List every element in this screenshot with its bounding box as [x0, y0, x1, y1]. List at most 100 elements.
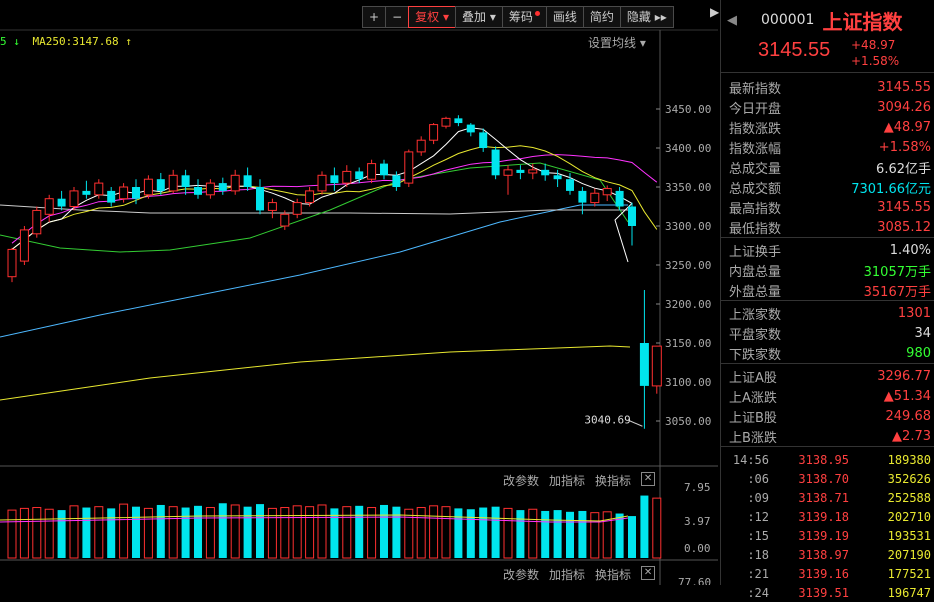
candle-body-down [392, 175, 401, 187]
toolbar-button-4[interactable]: 筹码 [501, 6, 547, 28]
stat-row: 外盘总量 35167万手 [721, 280, 934, 300]
stat-label: 今日开盘 [729, 101, 782, 117]
prev-stock-icon[interactable]: ◀ [721, 13, 743, 28]
stat-row: 上涨家数 1301 [721, 303, 934, 323]
candle-body-up [429, 124, 439, 141]
candle-body-down [218, 183, 227, 191]
volume-bar-down [541, 510, 550, 558]
tick-list: 14:56 3138.95 189380:06 3138.70 352626:09 313… [721, 446, 934, 602]
candle-body-down [479, 132, 488, 148]
volume-bar-up [292, 505, 302, 559]
stats-group-3: 上涨家数 1301 平盘家数 34 下跌家数 980 [721, 300, 934, 363]
candle-body-up [94, 182, 104, 196]
ma-settings-button[interactable]: 设置均线 ▾ [588, 34, 646, 51]
volume-bar-down [628, 516, 636, 558]
candle-body-down [541, 169, 550, 176]
volume-bar-up [503, 507, 513, 559]
tick-time: :21 [747, 566, 769, 581]
stat-row: 最新指数 3145.55 [721, 77, 934, 97]
indicator-button-1[interactable]: 加指标 [549, 472, 585, 489]
stat-row: 内盘总量 31057万手 [721, 260, 934, 280]
close-icon[interactable]: ✕ [641, 566, 656, 580]
stat-label: 上B涨跌 [729, 430, 777, 446]
candle-body-up [404, 151, 414, 184]
volume-bar-down [107, 508, 116, 558]
stat-row: 上证B股 249.68 [721, 406, 934, 426]
volume-bar-up [44, 508, 54, 559]
stat-value: 7301.66亿元 [851, 181, 931, 197]
indicator-button-2[interactable]: 换指标 [595, 472, 631, 489]
toolbar-button-3[interactable]: 叠加 ▾ [454, 6, 503, 28]
toolbar-button-1[interactable]: − [385, 6, 410, 28]
candle-body-up [292, 202, 302, 215]
candle-body-down [639, 343, 649, 386]
volume-bar-down [479, 507, 488, 558]
indicator-button-0[interactable]: 改参数 [503, 472, 539, 489]
stat-label: 最新指数 [729, 81, 782, 97]
chevron-down-icon: ▾ [439, 10, 449, 24]
more-arrow-icon: ▸▸ [650, 10, 667, 24]
stat-row: 上A涨跌 ▲51.34 [721, 386, 934, 406]
candle-body-up [416, 139, 426, 153]
y-axis-label: 3250.00 [665, 259, 711, 272]
candle-body-up [168, 174, 178, 192]
candle-body-down [256, 187, 264, 211]
ma120-line [0, 204, 628, 338]
indicator-panel-buttons: 改参数 加指标 换指标 ✕ [503, 566, 656, 583]
toolbar-button-0[interactable]: + [362, 6, 387, 28]
stat-value: 3296.77 [877, 368, 931, 384]
stat-label: 下跌家数 [729, 347, 782, 363]
price-change: +48.97 +1.58% [851, 37, 899, 69]
stat-value: ▲51.34 [883, 388, 931, 404]
toolbar-label: 隐藏 [626, 10, 651, 24]
stat-value: 31057万手 [863, 264, 931, 280]
tick-time: 14:56 [732, 452, 769, 467]
tick-price: 3139.16 [798, 566, 849, 581]
toolbar-label: 筹码 [508, 10, 533, 24]
tick-row: :21 3139.16 177521 [721, 564, 934, 583]
notification-dot-icon [534, 11, 540, 16]
volume-bar-up [94, 506, 104, 559]
candle-body-down [615, 190, 624, 207]
volume-axis-label: 3.97 [684, 515, 711, 528]
stat-label: 指数涨幅 [729, 141, 782, 157]
panel-collapse-icon[interactable]: ▶ [710, 5, 719, 25]
candle-body-up [19, 229, 29, 262]
candle-body-down [578, 190, 587, 203]
toolbar-button-6[interactable]: 简约 [582, 6, 621, 28]
toolbar-button-7[interactable]: 隐藏 ▸▸ [619, 6, 674, 28]
candle-body-up [267, 202, 277, 211]
volume-bar-down [578, 510, 587, 558]
chevron-down-icon: ▾ [639, 36, 646, 50]
indicator-button-2[interactable]: 换指标 [595, 566, 631, 583]
tick-time: :18 [747, 547, 769, 562]
stat-value: 249.68 [885, 408, 932, 424]
kline-chart[interactable]: 3450.00 3400.00 3350.00 3300.00 3250.00 3200.… [0, 0, 720, 585]
candle-body-down [132, 187, 140, 199]
indicator-button-1[interactable]: 加指标 [549, 566, 585, 583]
tick-volume: 177521 [887, 566, 931, 581]
volume-bar-down [194, 505, 202, 558]
stat-row: 下跌家数 980 [721, 343, 934, 363]
close-icon[interactable]: ✕ [641, 472, 656, 486]
candle-body-down [107, 190, 116, 203]
stat-value: ▲2.73 [892, 428, 931, 444]
volume-bar-down [380, 504, 388, 558]
indicator-button-0[interactable]: 改参数 [503, 566, 539, 583]
tick-row: :12 3139.18 202710 [721, 507, 934, 526]
tick-row: :15 3139.19 193531 [721, 526, 934, 545]
candle-body-up [205, 182, 215, 196]
stat-row: 今日开盘 3094.26 [721, 97, 934, 117]
volume-bar-up [205, 507, 215, 559]
tick-volume: 352626 [887, 471, 931, 486]
y-axis-label: 3450.00 [665, 103, 711, 116]
toolbar-button-2[interactable]: 复权 ▾ [408, 6, 456, 28]
stat-value: +1.58% [878, 139, 931, 155]
stat-value: 1301 [897, 305, 931, 321]
stat-value: 3094.26 [877, 99, 931, 115]
toolbar-button-5[interactable]: 画线 [545, 6, 584, 28]
volume-bar-up [69, 505, 79, 559]
stat-label: 上证B股 [729, 410, 777, 426]
ma250-line [0, 345, 631, 401]
candle-body-down [194, 187, 202, 195]
